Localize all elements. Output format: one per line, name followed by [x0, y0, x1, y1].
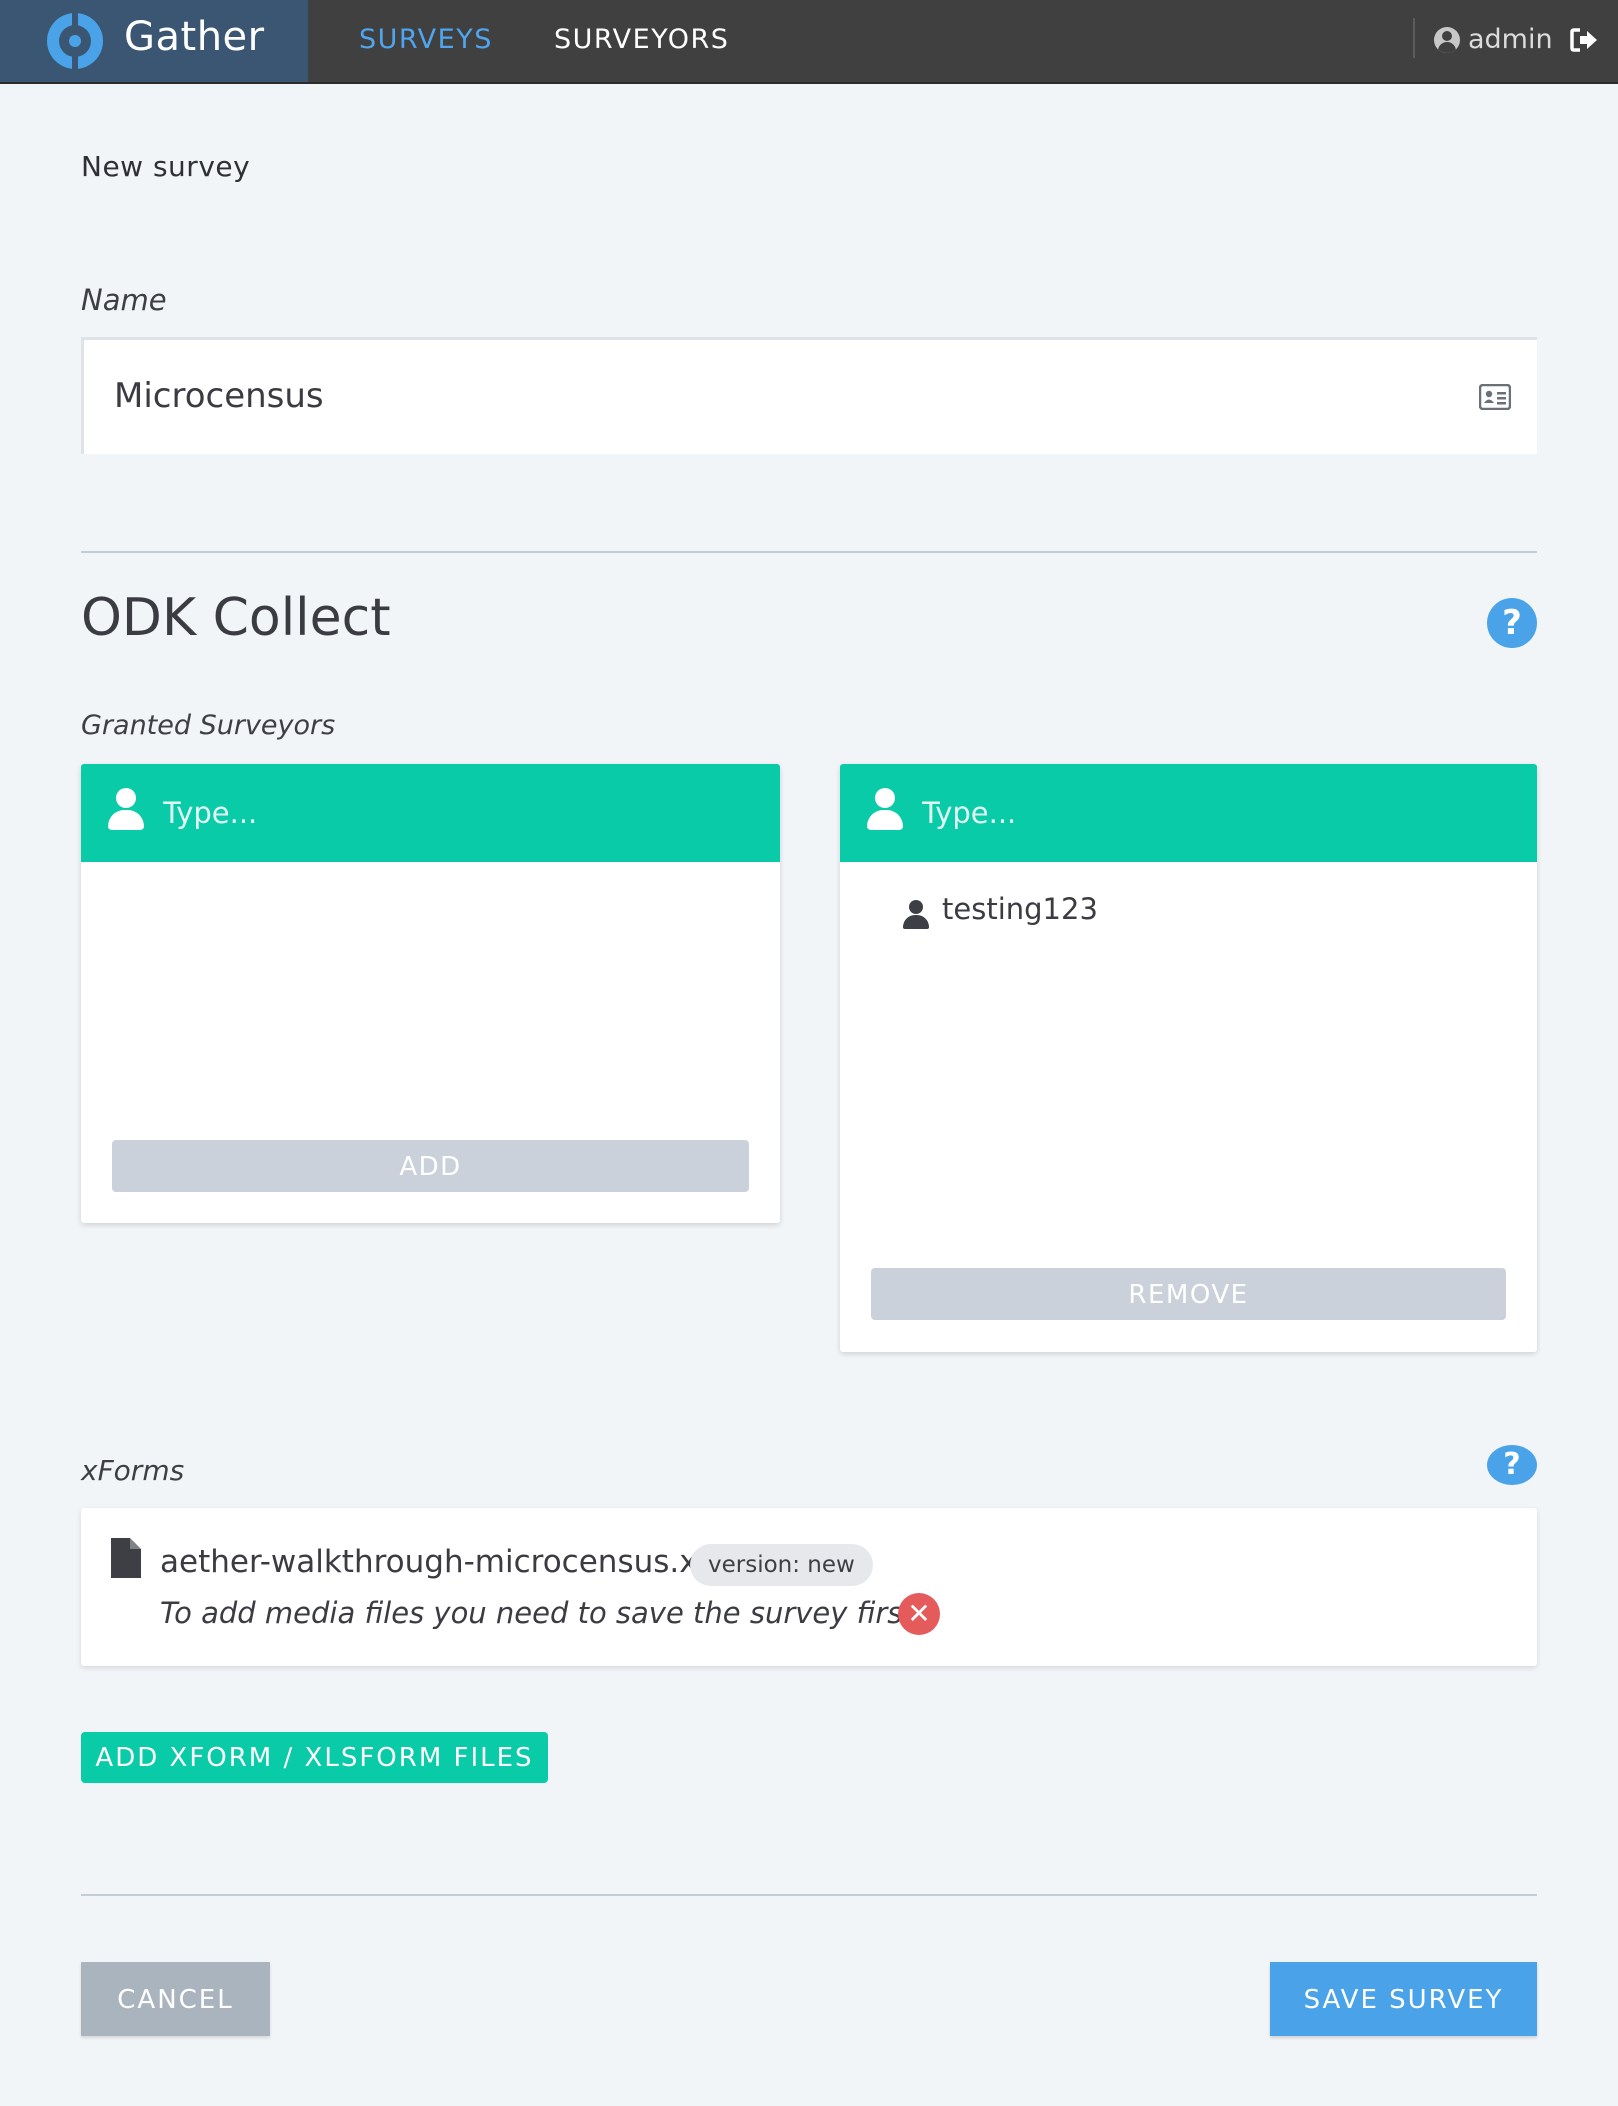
- survey-name-input[interactable]: Microcensus: [81, 337, 1537, 454]
- save-survey-button[interactable]: SAVE SURVEY: [1270, 1962, 1537, 2036]
- surveyor-name: testing123: [942, 892, 1098, 926]
- top-navbar: Gather SURVEYS SURVEYORS admin: [0, 0, 1618, 84]
- user-icon: [902, 900, 930, 930]
- footer-divider: [81, 1894, 1537, 1896]
- xform-file-name: aether-walkthrough-microcensus.xls: [160, 1544, 723, 1580]
- user-icon: [106, 788, 146, 832]
- available-surveyors-panel: ADD: [81, 764, 780, 1223]
- add-xform-files-button[interactable]: ADD XFORM / XLSFORM FILES: [81, 1732, 548, 1783]
- granted-surveyor-search-input[interactable]: [920, 788, 1484, 838]
- user-name[interactable]: admin: [1468, 24, 1553, 55]
- id-card-icon: [1479, 384, 1511, 410]
- xforms-help-icon[interactable]: ?: [1487, 1445, 1537, 1485]
- page-title: New survey: [81, 150, 251, 183]
- granted-surveyors-panel: testing123 REMOVE: [840, 764, 1537, 1352]
- user-circle-icon: [1434, 27, 1460, 53]
- odk-section-title: ODK Collect: [81, 588, 391, 648]
- available-panel-header: [81, 764, 780, 862]
- brand-area[interactable]: Gather: [0, 0, 308, 82]
- remove-surveyor-button[interactable]: REMOVE: [871, 1268, 1506, 1320]
- media-files-note: To add media files you need to save the …: [160, 1596, 914, 1630]
- survey-name-value[interactable]: Microcensus: [114, 376, 324, 416]
- available-surveyor-search-input[interactable]: [161, 788, 725, 838]
- xform-file-card: aether-walkthrough-microcensus.xls versi…: [81, 1508, 1537, 1666]
- version-badge: version: new: [690, 1544, 873, 1586]
- user-icon: [865, 788, 905, 832]
- xforms-label: xForms: [81, 1454, 185, 1487]
- gather-logo-icon: [47, 13, 103, 69]
- brand-name: Gather: [124, 14, 265, 60]
- nav-surveyors[interactable]: SURVEYORS: [554, 24, 729, 55]
- name-label: Name: [81, 283, 167, 317]
- granted-panel-header: [840, 764, 1537, 862]
- section-divider: [81, 551, 1537, 553]
- nav-surveys[interactable]: SURVEYS: [359, 24, 493, 55]
- cancel-button[interactable]: CANCEL: [81, 1962, 270, 2036]
- logout-icon[interactable]: [1568, 24, 1600, 56]
- nav-separator: [1413, 18, 1415, 58]
- granted-surveyors-label: Granted Surveyors: [81, 710, 336, 741]
- odk-help-icon[interactable]: ?: [1487, 598, 1537, 648]
- add-surveyor-button[interactable]: ADD: [112, 1140, 749, 1192]
- file-icon: [111, 1538, 141, 1578]
- remove-file-icon[interactable]: ✕: [898, 1593, 940, 1635]
